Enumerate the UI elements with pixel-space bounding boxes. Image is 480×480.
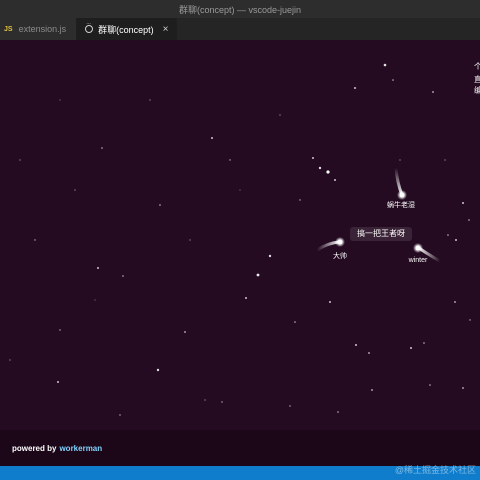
star-dot	[159, 204, 161, 206]
star-dot	[455, 239, 457, 241]
star-dot	[184, 331, 186, 333]
star-dot	[454, 301, 456, 303]
star-dot	[354, 87, 356, 89]
star-dot	[94, 299, 96, 301]
star-dot	[469, 319, 471, 321]
window-title: 群聊(concept) — vscode-juejin	[178, 4, 302, 15]
star-dot	[383, 63, 387, 67]
side-text-line: 编	[474, 86, 480, 95]
star-dot	[34, 239, 36, 241]
chat-message-bubble: 搞一把王者呀	[350, 227, 412, 241]
star-dot	[326, 170, 330, 174]
star-dot	[57, 381, 59, 383]
footer-bar: powered by workerman	[0, 430, 480, 466]
star-dot	[329, 301, 331, 303]
star-dot	[19, 159, 21, 161]
star-dot	[156, 368, 160, 372]
star-dot	[318, 166, 322, 170]
tab-extension-js[interactable]: JS extension.js	[0, 18, 78, 40]
chat-stage[interactable]: 个 直 编 蜗牛老湿 搞一把王者呀 大帅 winter	[0, 40, 480, 430]
star-dot	[122, 275, 124, 277]
side-text-line: 个	[474, 62, 480, 71]
star-dot	[462, 387, 464, 389]
close-icon[interactable]: ×	[163, 24, 169, 35]
star-dot	[399, 159, 401, 161]
star-dot	[229, 159, 231, 161]
star-dot	[462, 202, 464, 204]
chat-icon	[85, 21, 94, 33]
star-dot	[256, 273, 260, 277]
star-dot	[221, 401, 223, 403]
star-dot	[245, 297, 247, 299]
star-dot	[204, 399, 206, 401]
star-dot	[268, 254, 272, 258]
editor-tab-bar: JS extension.js 群聊(concept) ×	[0, 18, 480, 40]
star-dot	[299, 199, 301, 201]
star-dot	[429, 384, 431, 386]
star-dot	[355, 344, 357, 346]
star-dot	[9, 359, 11, 361]
user-name-label: winter	[408, 257, 428, 264]
star-dot	[149, 99, 151, 101]
star-dot	[59, 99, 61, 101]
star-dot	[74, 189, 76, 191]
star-dot	[312, 157, 314, 159]
star-dot	[97, 267, 99, 269]
star-dot	[294, 321, 296, 323]
star-dot	[368, 352, 370, 354]
js-file-icon: JS	[4, 25, 13, 33]
star-dot	[289, 405, 291, 407]
star-dot	[392, 79, 394, 81]
star-dot	[468, 219, 470, 221]
star-dot	[239, 189, 241, 191]
footer-prefix: powered by	[12, 443, 57, 453]
user-avatar-comet[interactable]	[315, 237, 345, 252]
star-dot	[334, 179, 336, 181]
star-dot	[432, 91, 434, 93]
watermark: @稀土掘金技术社区	[394, 465, 476, 475]
footer-brand-link[interactable]: workerman	[59, 444, 102, 453]
star-dot	[371, 389, 373, 391]
star-dot	[423, 342, 425, 344]
tab-label: extension.js	[18, 24, 67, 34]
star-dot	[279, 114, 281, 116]
window-title-bar: 群聊(concept) — vscode-juejin	[0, 0, 480, 18]
star-dot	[101, 147, 103, 149]
star-dot	[189, 239, 191, 241]
side-text-line: 直	[474, 75, 480, 84]
star-dot	[447, 234, 449, 236]
star-dot	[211, 137, 213, 139]
star-dot	[59, 329, 61, 331]
star-dot	[410, 347, 412, 349]
star-dot	[337, 411, 339, 413]
star-dot	[119, 414, 121, 416]
tab-group-chat[interactable]: 群聊(concept) ×	[77, 18, 178, 40]
user-name-label: 蜗牛老湿	[387, 202, 415, 209]
star-dot	[444, 159, 446, 161]
tab-label: 群聊(concept)	[98, 24, 154, 35]
user-avatar-comet[interactable]	[394, 166, 407, 200]
user-name-label: 大帅	[333, 253, 347, 260]
